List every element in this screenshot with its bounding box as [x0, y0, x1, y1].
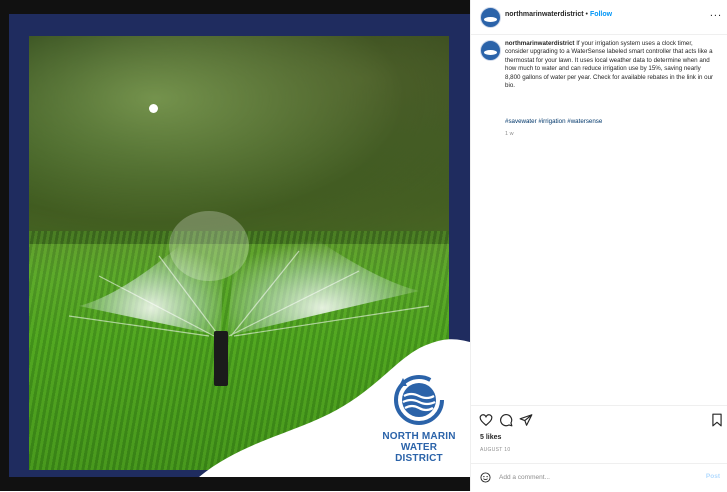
post-date: AUGUST 10 [480, 447, 511, 453]
header-username-row: northmarinwaterdistrict • Follow [505, 11, 612, 18]
comment-bar: Post [471, 463, 727, 492]
caption-hashtags[interactable]: #savewater #irrigation #watersense [505, 118, 602, 125]
caption-text: If your irrigation system uses a clock t… [505, 40, 714, 90]
caption-avatar[interactable] [480, 40, 501, 61]
likes-count[interactable]: 5 likes [480, 434, 501, 441]
caption-text-block: northmarinwaterdistrict If your irrigati… [505, 40, 717, 90]
logo-name-line1: NORTH MARIN [382, 431, 456, 442]
post-image[interactable]: NORTH MARIN WATER DISTRICT [9, 14, 470, 477]
caption-username[interactable]: northmarinwaterdistrict [505, 40, 574, 47]
logo-name-line2: WATER DISTRICT [395, 442, 443, 464]
instagram-post-window: NORTH MARIN WATER DISTRICT northmarinwat… [0, 0, 727, 491]
more-options-icon[interactable]: ... [710, 7, 722, 19]
comment-icon[interactable] [499, 413, 513, 427]
post-media-pane: NORTH MARIN WATER DISTRICT [0, 0, 470, 491]
profile-avatar[interactable] [480, 7, 501, 28]
caption-time-ago: 1 w [505, 131, 514, 137]
action-bar [471, 405, 727, 436]
separator-dot: • [585, 11, 588, 18]
bookmark-icon[interactable] [710, 413, 724, 427]
smiley-icon[interactable] [480, 472, 491, 483]
water-drop-logo-icon [394, 375, 444, 425]
follow-button[interactable]: Follow [590, 11, 612, 18]
paper-plane-icon[interactable] [519, 413, 533, 427]
post-sidebar: northmarinwaterdistrict • Follow ... nor… [470, 0, 727, 491]
north-marin-logo: NORTH MARIN WATER DISTRICT [379, 374, 459, 464]
post-header: northmarinwaterdistrict • Follow ... [471, 0, 727, 35]
header-username[interactable]: northmarinwaterdistrict [505, 11, 584, 18]
comment-input[interactable] [499, 471, 689, 484]
post-comment-button[interactable]: Post [706, 473, 720, 480]
heart-icon[interactable] [479, 413, 493, 427]
